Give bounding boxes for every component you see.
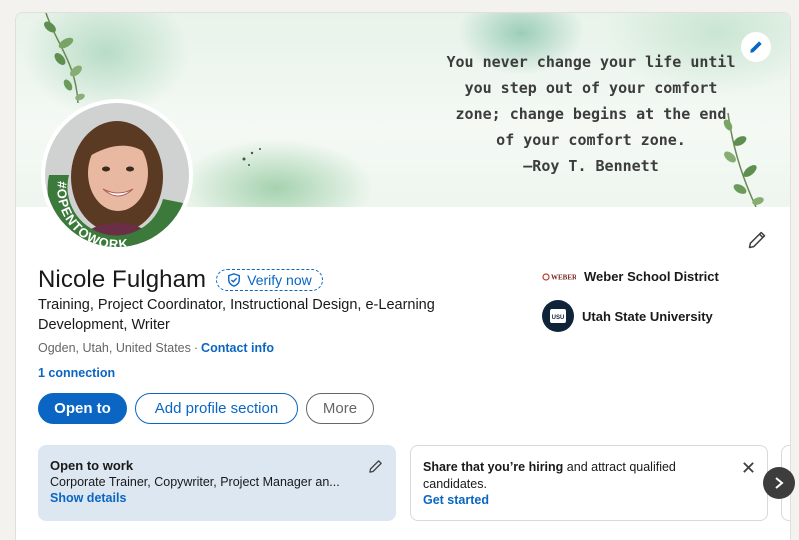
- quote-line: of your comfort zone.: [496, 131, 686, 149]
- open-to-work-roles: Corporate Trainer, Copywriter, Project M…: [50, 475, 340, 489]
- pencil-icon: [748, 231, 766, 249]
- edit-open-to-work-button[interactable]: [366, 457, 384, 475]
- profile-name: Nicole Fulgham: [38, 266, 207, 293]
- experience-item[interactable]: WEBER Weber School District: [542, 269, 719, 284]
- add-profile-section-button[interactable]: Add profile section: [135, 393, 298, 424]
- weber-logo-text: WEBER: [551, 273, 576, 281]
- usu-logo-text: USU: [552, 315, 565, 321]
- location-row: Ogden, Utah, United States · Contact info: [38, 341, 274, 355]
- hiring-card: Share that you’re hiring and attract qua…: [410, 445, 768, 521]
- pencil-icon: [750, 41, 762, 53]
- contact-info-link[interactable]: Contact info: [201, 341, 274, 355]
- profile-actions: Open to Add profile section More: [38, 393, 374, 424]
- quote-line: You never change your life until: [446, 53, 736, 71]
- name-row: Nicole Fulgham Verify now: [38, 266, 323, 294]
- banner-quote: You never change your life until you ste…: [441, 49, 741, 179]
- verify-now-button[interactable]: Verify now: [216, 269, 323, 291]
- profile-location: Ogden, Utah, United States: [38, 341, 191, 355]
- open-to-work-card[interactable]: Open to work Corporate Trainer, Copywrit…: [38, 445, 396, 521]
- open-to-work-badge-text: #OPENTOWORK: [54, 181, 129, 247]
- profile-headline: Training, Project Coordinator, Instructi…: [38, 297, 435, 333]
- chevron-right-icon: [775, 477, 784, 489]
- connections-link[interactable]: 1 connection: [38, 366, 115, 380]
- svg-text:#OPENTOWORK: #OPENTOWORK: [54, 181, 130, 247]
- usu-logo: USU: [542, 300, 574, 332]
- verify-now-label: Verify now: [247, 272, 312, 288]
- quote-line: you step out of your comfort: [464, 79, 718, 97]
- pencil-icon: [368, 459, 382, 473]
- open-to-work-frame: #OPENTOWORK: [47, 175, 183, 247]
- shield-check-icon: [227, 273, 241, 287]
- show-details-link[interactable]: Show details: [50, 491, 384, 505]
- profile-photo[interactable]: #OPENTOWORK: [41, 99, 193, 251]
- experience-name: Weber School District: [584, 269, 719, 284]
- separator: ·: [193, 341, 199, 355]
- weber-logo: WEBER: [542, 270, 576, 284]
- hiring-text: Share that you’re hiring and attract qua…: [423, 459, 723, 493]
- open-to-work-title: Open to work: [50, 458, 134, 473]
- dismiss-button[interactable]: [739, 458, 757, 476]
- get-started-link[interactable]: Get started: [423, 493, 755, 507]
- hiring-text-bold: Share that you’re hiring: [423, 460, 564, 474]
- carousel-next-button[interactable]: [763, 467, 795, 499]
- close-icon: [742, 461, 754, 473]
- edit-intro-button[interactable]: [744, 227, 770, 253]
- more-button[interactable]: More: [306, 393, 374, 424]
- open-to-button[interactable]: Open to: [38, 393, 127, 424]
- profile-card: You never change your life until you ste…: [15, 12, 791, 540]
- quote-line: zone; change begins at the end: [455, 105, 727, 123]
- quote-line: —Roy T. Bennett: [523, 157, 659, 175]
- edit-banner-button[interactable]: [741, 32, 771, 62]
- experience-summary: WEBER Weber School District USU Utah Sta…: [542, 269, 719, 332]
- education-name: Utah State University: [582, 308, 713, 324]
- experience-item[interactable]: USU Utah State University: [542, 300, 719, 332]
